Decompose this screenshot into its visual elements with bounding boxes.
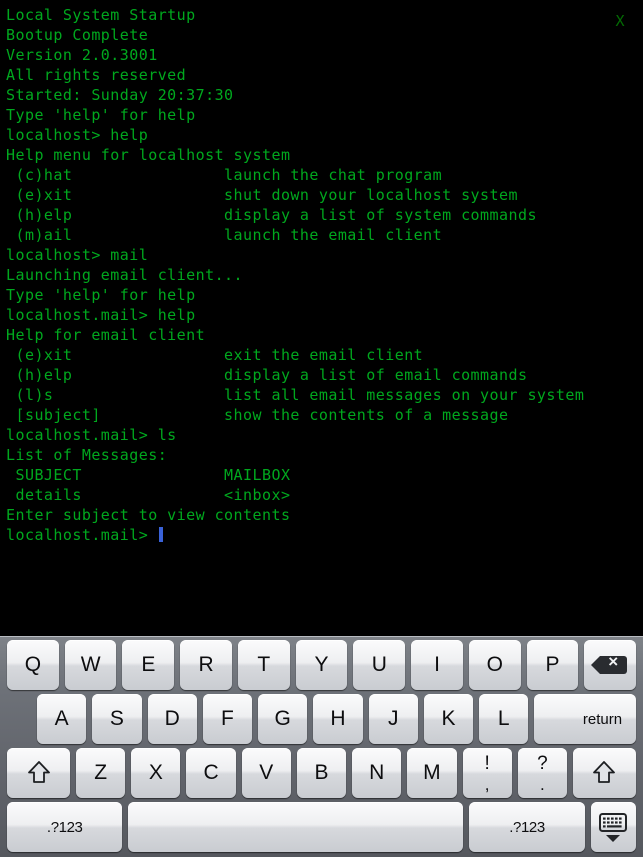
key-q[interactable]: Q: [7, 640, 59, 690]
key-h[interactable]: H: [313, 694, 363, 744]
key-l[interactable]: L: [479, 694, 529, 744]
app-root: Local System Startup Bootup Complete Versi…: [0, 0, 643, 857]
shift-arrow-icon: [27, 761, 50, 783]
terminal-line: Type 'help' for help: [6, 286, 196, 304]
terminal-line: (m)ail launch the email client: [6, 226, 443, 244]
terminal-line: (h)elp display a list of email commands: [6, 366, 528, 384]
key-bottom-label: .: [539, 774, 545, 794]
backspace-icon: [590, 652, 627, 674]
key-w[interactable]: W: [64, 640, 117, 690]
text-cursor: [158, 527, 163, 542]
terminal-line: Type 'help' for help: [6, 106, 196, 124]
key-top-label: ?: [537, 752, 548, 774]
terminal-line: details <inbox>: [6, 486, 291, 504]
keyboard-row-1: QWERTYUIOP: [0, 640, 643, 692]
key-s[interactable]: S: [92, 694, 142, 744]
terminal-line: (c)hat launch the chat program: [6, 166, 443, 184]
terminal-line: Enter subject to view contents: [6, 506, 291, 524]
key-y[interactable]: Y: [295, 640, 348, 690]
spacebar[interactable]: [128, 802, 464, 852]
terminal-line: SUBJECT MAILBOX: [6, 466, 291, 484]
keyboard-row-3: Z X C V B N M!,?.: [0, 748, 643, 800]
key-n[interactable]: N: [352, 748, 402, 798]
chevron-down-icon: [606, 834, 621, 842]
shift-arrow-icon: [593, 761, 616, 783]
terminal-prompt: localhost.mail>: [6, 526, 158, 544]
key-m[interactable]: M: [407, 748, 457, 798]
terminal-line: localhost.mail> help: [6, 306, 196, 324]
key-r[interactable]: R: [180, 640, 232, 690]
hide-keyboard-key[interactable]: [590, 802, 636, 852]
key-f[interactable]: F: [202, 694, 253, 744]
key-v[interactable]: V: [241, 748, 291, 798]
terminal-line: Bootup Complete: [6, 26, 149, 44]
key-d[interactable]: D: [147, 694, 197, 744]
terminal-line: Help for email client: [6, 326, 206, 344]
key-u[interactable]: U: [353, 640, 406, 690]
terminal-line: [subject] show the contents of a message: [6, 406, 509, 424]
key-k[interactable]: K: [423, 694, 474, 744]
terminal-line: localhost.mail> ls: [6, 426, 177, 444]
key-top-label: !: [484, 752, 490, 774]
key-question-period[interactable]: ?.: [517, 748, 567, 798]
numeric-switch-left[interactable]: .?123: [7, 802, 123, 852]
terminal-line: List of Messages:: [6, 446, 168, 464]
key-j[interactable]: J: [368, 694, 418, 744]
terminal-line: Started: Sunday 20:37:30: [6, 86, 234, 104]
terminal-line: (l)s list all email messages on your sys…: [6, 386, 585, 404]
terminal-line: Local System Startup: [6, 6, 196, 24]
key-t[interactable]: T: [237, 640, 290, 690]
key-b[interactable]: B: [296, 748, 347, 798]
close-icon[interactable]: X: [616, 14, 625, 29]
terminal-output: Local System Startup Bootup Complete Versi…: [6, 5, 643, 545]
terminal-line: (h)elp display a list of system commands: [6, 206, 537, 224]
terminal-line: Help menu for localhost system: [6, 146, 291, 164]
terminal-prompt-line[interactable]: localhost.mail>: [6, 525, 643, 545]
key-x[interactable]: X: [131, 748, 181, 798]
onscreen-keyboard[interactable]: QWERTYUIOP ASDFGHJKLreturn ZXCVBNM!,?. .…: [0, 636, 643, 857]
key-e[interactable]: E: [122, 640, 175, 690]
shift-key-right[interactable]: [572, 748, 636, 798]
key-z[interactable]: Z: [76, 748, 126, 798]
key-c[interactable]: C: [186, 748, 236, 798]
dual-glyph: ?.: [537, 754, 548, 793]
terminal-line: localhost> mail: [6, 246, 149, 264]
key-g[interactable]: G: [258, 694, 308, 744]
terminal-line: Launching email client...: [6, 266, 244, 284]
key-p[interactable]: P: [526, 640, 579, 690]
key-i[interactable]: I: [411, 640, 463, 690]
keyboard-icon: [599, 812, 628, 832]
backspace-key[interactable]: [584, 640, 637, 690]
keyboard-dismiss-icon: [599, 812, 628, 842]
shift-key-left[interactable]: [7, 748, 70, 798]
key-exclam-comma[interactable]: !,: [462, 748, 512, 798]
key-o[interactable]: O: [468, 640, 521, 690]
terminal-line: localhost> help: [6, 126, 149, 144]
dual-glyph: !,: [485, 754, 490, 793]
key-bottom-label: ,: [484, 774, 490, 794]
keyboard-row-2: A S D F G H J K Lreturn: [0, 694, 643, 746]
keyboard-row-4: .?123 .?123: [0, 802, 643, 852]
return-key[interactable]: return: [534, 694, 637, 744]
terminal-console[interactable]: Local System Startup Bootup Complete Versi…: [0, 0, 643, 636]
terminal-line: Version 2.0.3001: [6, 46, 158, 64]
key-a[interactable]: A: [37, 694, 87, 744]
terminal-line: All rights reserved: [6, 66, 187, 84]
terminal-line: (e)xit exit the email client: [6, 346, 424, 364]
numeric-switch-right[interactable]: .?123: [469, 802, 585, 852]
terminal-line: (e)xit shut down your localhost system: [6, 186, 518, 204]
